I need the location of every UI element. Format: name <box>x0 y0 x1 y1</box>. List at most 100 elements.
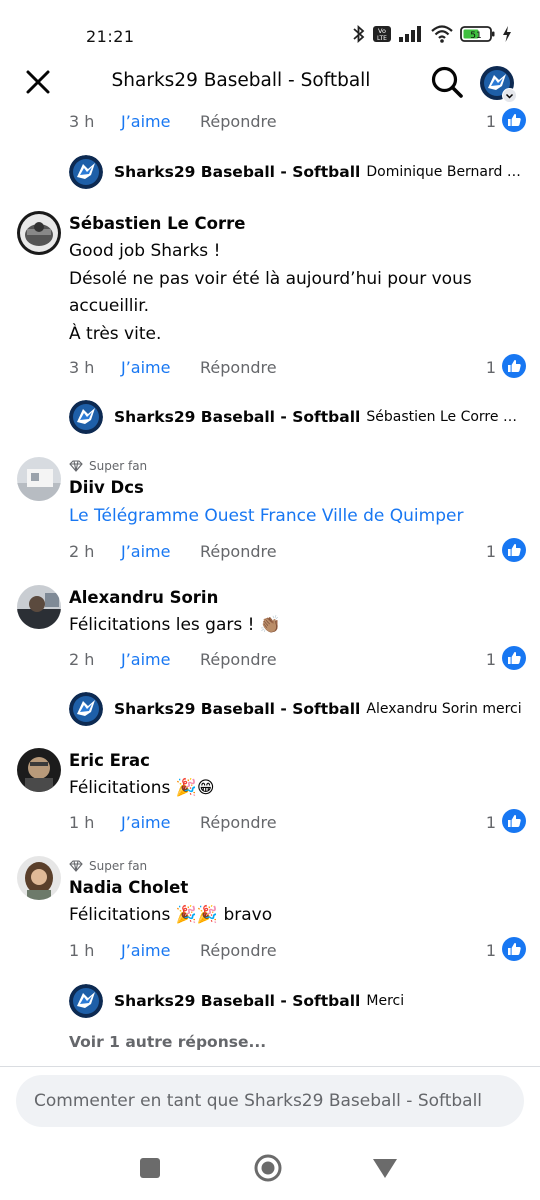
super-fan-badge: Super fan <box>69 456 520 476</box>
avatar[interactable] <box>17 211 61 255</box>
profile-switcher-avatar[interactable] <box>480 66 517 103</box>
like-button[interactable]: J’aime <box>121 941 170 960</box>
reply-button[interactable]: Répondre <box>200 542 277 561</box>
diamond-icon <box>69 460 83 472</box>
svg-text:Vo: Vo <box>378 27 386 35</box>
reaction-count: 1 <box>485 542 496 561</box>
page-reply[interactable]: Sharks29 Baseball - Softball Dominique B… <box>69 154 526 190</box>
triangle-back-icon[interactable] <box>369 1152 401 1184</box>
wifi-icon <box>431 25 453 43</box>
page-reply-author[interactable]: Sharks29 Baseball - Softball <box>114 992 360 1010</box>
like-button[interactable]: J’aime <box>121 542 170 561</box>
top-header: Sharks29 Baseball - Softball <box>0 56 540 108</box>
comment-body: Super fan Diiv Dcs Le Télégramme Ouest F… <box>69 456 520 530</box>
comment-body: Super fan Nadia Cholet Félicitations 🎉🎉 … <box>69 856 520 930</box>
like-reaction-icon[interactable] <box>502 354 526 378</box>
page-reply[interactable]: Sharks29 Baseball - Softball Sébastien L… <box>69 399 526 435</box>
comment-input[interactable] <box>16 1075 524 1127</box>
badge-label: Super fan <box>89 459 148 473</box>
reaction-count: 1 <box>485 941 496 960</box>
charging-icon <box>503 26 511 42</box>
avatar[interactable] <box>17 856 61 900</box>
comment-body: Eric Erac Félicitations 🎉😁 <box>69 749 520 803</box>
page-reply-author[interactable]: Sharks29 Baseball - Softball <box>114 408 360 426</box>
square-recents-icon[interactable] <box>134 1152 166 1184</box>
page-reply-author[interactable]: Sharks29 Baseball - Softball <box>114 700 360 718</box>
comment-text: Félicitations 🎉😁 <box>69 778 215 798</box>
reaction-count: 1 <box>485 358 496 377</box>
page-avatar[interactable] <box>69 692 103 726</box>
like-button[interactable]: J’aime <box>121 650 170 669</box>
page-reply[interactable]: Sharks29 Baseball - Softball Merci <box>69 983 526 1019</box>
comment-author[interactable]: Alexandru Sorin <box>69 586 520 610</box>
page-reply-text: Sébastien Le Corre mer… <box>366 409 526 425</box>
comment-author[interactable]: Nadia Cholet <box>69 876 520 900</box>
battery-level: 51 <box>470 31 481 41</box>
reply-button[interactable]: Répondre <box>200 941 277 960</box>
super-fan-badge: Super fan <box>69 856 520 876</box>
comment-author[interactable]: Sébastien Le Corre <box>69 212 520 236</box>
comment-line: À très vite. <box>69 323 162 344</box>
close-icon[interactable] <box>24 68 52 96</box>
bluetooth-icon <box>353 24 365 44</box>
comment-body: Alexandru Sorin Félicitations les gars !… <box>69 586 520 640</box>
like-reaction-icon[interactable] <box>502 646 526 670</box>
comment-actions: 3 h J’aime Répondre 1 <box>69 354 526 382</box>
page-avatar[interactable] <box>69 984 103 1018</box>
like-reaction-icon[interactable] <box>502 937 526 961</box>
search-icon[interactable] <box>430 65 464 99</box>
status-time: 21:21 <box>86 27 135 46</box>
like-reaction-icon[interactable] <box>502 108 526 132</box>
comment-actions: 1 h J’aime Répondre 1 <box>69 809 526 837</box>
comment-time: 3 h <box>69 358 95 377</box>
like-button[interactable]: J’aime <box>121 112 170 131</box>
status-icons: Vo LTE 51 <box>352 24 512 44</box>
reaction-count: 1 <box>485 112 496 131</box>
page-reply[interactable]: Sharks29 Baseball - Softball Alexandru S… <box>69 691 526 727</box>
comment-body: Sébastien Le Corre Good job Sharks ! Dés… <box>69 212 520 348</box>
comment-line: Désolé ne pas voir été là aujourd’hui po… <box>69 268 472 289</box>
comment-author[interactable]: Diiv Dcs <box>69 476 520 500</box>
avatar[interactable] <box>17 585 61 629</box>
reply-button[interactable]: Répondre <box>200 650 277 669</box>
battery-icon: 51 <box>460 26 495 42</box>
page-reply-text: Dominique Bernard merci… <box>366 164 526 180</box>
comment-time: 3 h <box>69 112 95 131</box>
reply-button[interactable]: Répondre <box>200 112 277 131</box>
page-reply-author[interactable]: Sharks29 Baseball - Softball <box>114 163 360 181</box>
avatar[interactable] <box>17 457 61 501</box>
reply-button[interactable]: Répondre <box>200 813 277 832</box>
diamond-icon <box>69 860 83 872</box>
reaction-count: 1 <box>485 813 496 832</box>
comment-actions: 2 h J’aime Répondre 1 <box>69 538 526 566</box>
page-title: Sharks29 Baseball - Softball <box>111 70 371 91</box>
comment-author[interactable]: Eric Erac <box>69 749 520 773</box>
svg-text:LTE: LTE <box>377 35 387 42</box>
comment-composer[interactable] <box>16 1075 524 1127</box>
tagged-pages-link[interactable]: Le Télégramme Ouest France Ville de Quim… <box>69 503 463 530</box>
comment-text: Félicitations 🎉🎉 bravo <box>69 905 273 925</box>
page-reply-text: Merci <box>366 993 405 1009</box>
comment-actions: 3 h J’aime Répondre 1 <box>69 108 526 136</box>
volte-icon: VoLTE <box>373 26 391 42</box>
avatar[interactable] <box>17 748 61 792</box>
like-reaction-icon[interactable] <box>502 538 526 562</box>
page-avatar[interactable] <box>69 155 103 189</box>
page-avatar[interactable] <box>69 400 103 434</box>
like-reaction-icon[interactable] <box>502 809 526 833</box>
composer-divider <box>0 1066 540 1067</box>
circle-home-icon[interactable] <box>252 1152 284 1184</box>
signal-icon <box>399 26 421 42</box>
reply-button[interactable]: Répondre <box>200 358 277 377</box>
like-button[interactable]: J’aime <box>121 358 170 377</box>
system-nav-bar <box>0 1138 540 1200</box>
page-reply-text: Alexandru Sorin merci <box>366 701 522 717</box>
view-more-replies-link[interactable]: Voir 1 autre réponse... <box>69 1033 266 1051</box>
badge-label: Super fan <box>89 859 148 873</box>
comment-actions: 2 h J’aime Répondre 1 <box>69 646 526 674</box>
comments-feed[interactable]: 3 h J’aime Répondre 1 Sharks29 Baseball … <box>0 104 540 1066</box>
like-button[interactable]: J’aime <box>121 813 170 832</box>
chevron-down-icon <box>502 88 517 103</box>
comment-text: Félicitations les gars ! 👏🏽 <box>69 615 282 635</box>
comment-time: 1 h <box>69 941 95 960</box>
